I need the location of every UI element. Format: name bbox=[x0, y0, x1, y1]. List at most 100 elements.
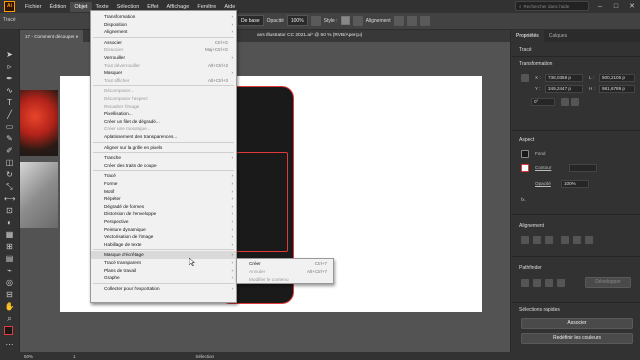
blend-tool-icon[interactable]: ◎ bbox=[4, 278, 15, 288]
opacity-dropdown-icon[interactable] bbox=[310, 15, 321, 26]
angle-field[interactable]: 0° bbox=[531, 98, 555, 106]
fx-icon[interactable]: fx. bbox=[521, 197, 526, 202]
group-button[interactable]: Associer bbox=[521, 318, 633, 329]
object-menu-item[interactable]: Habillage de texte › bbox=[91, 241, 236, 249]
expand-button[interactable]: Développer bbox=[585, 277, 631, 288]
hand-tool-icon[interactable]: ✋ bbox=[4, 302, 15, 312]
width-tool-icon[interactable]: ⟷ bbox=[4, 194, 15, 204]
curvature-tool-icon[interactable]: ∿ bbox=[4, 86, 15, 96]
align-left-icon[interactable] bbox=[521, 236, 529, 244]
align-middle-icon[interactable] bbox=[573, 236, 581, 244]
zoom-tool-icon[interactable]: ⌕ bbox=[4, 314, 15, 324]
y-field[interactable]: 349,2447 p bbox=[545, 85, 583, 93]
pen-tool-icon[interactable]: ✒ bbox=[4, 74, 15, 84]
tab-properties[interactable]: Propriétés bbox=[511, 30, 544, 42]
clipping-mask-submenu: Créer Ctrl+7 Annuler Alt+Ctrl+7 Modifier le … bbox=[236, 258, 334, 284]
align-right-icon[interactable] bbox=[545, 236, 553, 244]
stroke-weight-field[interactable] bbox=[569, 164, 597, 172]
align-top-icon[interactable] bbox=[561, 236, 569, 244]
search-placeholder: Rechercher dans l'aide bbox=[523, 3, 570, 9]
clipping-mask-submenu-item[interactable]: Créer Ctrl+7 bbox=[237, 260, 333, 268]
stroke-swatch[interactable] bbox=[521, 164, 529, 172]
opacity-panel-field[interactable]: 100% bbox=[561, 180, 589, 188]
tab-layers[interactable]: Calques bbox=[544, 30, 572, 42]
flip-vertical-icon[interactable] bbox=[571, 98, 579, 106]
zoom-level[interactable]: 50% bbox=[24, 354, 33, 359]
object-menu-item[interactable]: Aligner sur la grille en pixels bbox=[91, 144, 236, 152]
gradient-tool-icon[interactable]: ▤ bbox=[4, 254, 15, 264]
eyedropper-tool-icon[interactable]: ⌁ bbox=[4, 266, 15, 276]
unite-icon[interactable] bbox=[521, 279, 529, 287]
menu-file[interactable]: Fichier bbox=[21, 2, 46, 12]
help-search-input[interactable]: ⌕ Rechercher dans l'aide bbox=[515, 1, 589, 11]
recolor-icon[interactable] bbox=[352, 15, 363, 26]
panel-tabs: Propriétés Calques bbox=[511, 30, 640, 42]
scale-tool-icon[interactable]: ⤡ bbox=[4, 182, 15, 192]
shape-builder-tool-icon[interactable]: ◐ bbox=[4, 218, 15, 228]
rotate-tool-icon[interactable]: ↻ bbox=[4, 170, 15, 180]
minimize-icon[interactable]: – bbox=[595, 3, 605, 10]
direct-selection-tool-icon[interactable]: ▹ bbox=[4, 62, 15, 72]
free-transform-tool-icon[interactable]: ⊡ bbox=[4, 206, 15, 216]
h-field[interactable]: 981,6789 p bbox=[599, 85, 635, 93]
menu-panel-icon[interactable] bbox=[419, 15, 430, 26]
menu-item-label: Perspective bbox=[104, 219, 129, 224]
paintbrush-tool-icon[interactable]: ✎ bbox=[4, 134, 15, 144]
inner-rectangle-path[interactable] bbox=[236, 152, 288, 252]
menu-item-label: Peinture dynamique bbox=[104, 226, 146, 232]
artboard-number[interactable]: 1 bbox=[73, 354, 76, 359]
object-menu-item[interactable]: Collecter pour l'exportation › bbox=[91, 285, 236, 293]
maximize-icon[interactable]: □ bbox=[611, 3, 621, 10]
transform-icon[interactable] bbox=[393, 15, 404, 26]
style-label: Style : bbox=[323, 17, 338, 24]
fill-stroke-swatch[interactable] bbox=[4, 326, 13, 335]
menu-item-label: Répéter bbox=[104, 196, 121, 202]
artboard-tool-icon[interactable]: ⊟ bbox=[4, 290, 15, 300]
object-menu-item[interactable]: Créer des traits de coupe bbox=[91, 162, 236, 170]
x-field[interactable]: 738,0358 p bbox=[545, 74, 583, 82]
panel-divider bbox=[511, 214, 640, 215]
opacity-panel-label[interactable]: Opacité bbox=[535, 181, 551, 186]
shaper-tool-icon[interactable]: ✐ bbox=[4, 146, 15, 156]
object-menu-item[interactable]: Alignement › bbox=[91, 28, 236, 36]
menu-object[interactable]: Objet bbox=[70, 1, 92, 12]
recolor-button[interactable]: Redéfinir les couleurs bbox=[521, 333, 633, 344]
control-bar-options: De base Opacité 100% Style : Alignement bbox=[237, 15, 430, 26]
opacity-field[interactable]: 100% bbox=[286, 15, 308, 26]
exclude-icon[interactable] bbox=[557, 279, 565, 287]
selection-tool-icon[interactable]: ➤ bbox=[4, 50, 15, 60]
menu-item-label: Pixellisation... bbox=[104, 111, 133, 117]
rectangle-tool-icon[interactable]: ▭ bbox=[4, 122, 15, 132]
isolate-icon[interactable] bbox=[406, 15, 417, 26]
fill-swatch[interactable] bbox=[521, 150, 529, 158]
properties-panel: Propriétés Calques Tracé Transformation … bbox=[510, 30, 640, 352]
flip-horizontal-icon[interactable] bbox=[561, 98, 569, 106]
object-menu-item[interactable]: Aplatissement des transparences... bbox=[91, 133, 236, 141]
minus-front-icon[interactable] bbox=[533, 279, 541, 287]
mesh-tool-icon[interactable]: ⊞ bbox=[4, 242, 15, 252]
reference-point-icon[interactable] bbox=[521, 74, 529, 82]
intersect-icon[interactable] bbox=[545, 279, 553, 287]
w-field[interactable]: 500,2105 p bbox=[599, 74, 635, 82]
object-menu-item[interactable]: Graphe › bbox=[91, 274, 236, 282]
illustrator-window: Ai Fichier Édition Objet Texte Sélection… bbox=[0, 0, 640, 360]
style-swatch[interactable] bbox=[340, 16, 350, 25]
style-preset-select[interactable]: De base bbox=[237, 15, 264, 26]
close-icon[interactable]: ✕ bbox=[627, 2, 637, 10]
menu-edit[interactable]: Édition bbox=[46, 2, 71, 12]
line-tool-icon[interactable]: ╱ bbox=[4, 110, 15, 120]
submenu-arrow-icon: › bbox=[231, 241, 234, 247]
align-center-icon[interactable] bbox=[533, 236, 541, 244]
fill-label: Fond bbox=[535, 151, 546, 156]
panel-divider bbox=[511, 56, 640, 57]
align-bottom-icon[interactable] bbox=[585, 236, 593, 244]
type-tool-icon[interactable]: T bbox=[4, 98, 15, 108]
document-tab[interactable]: 17 - Comment découper e bbox=[20, 30, 84, 42]
stroke-label[interactable]: Contour bbox=[535, 165, 551, 170]
menu-separator bbox=[93, 141, 234, 143]
edit-toolbar-icon[interactable]: ⋯ bbox=[4, 340, 15, 350]
eraser-tool-icon[interactable]: ◫ bbox=[4, 158, 15, 168]
menu-item-label: Décomposer l'aspect bbox=[104, 96, 148, 101]
alignment-label[interactable]: Alignement bbox=[366, 18, 391, 24]
perspective-tool-icon[interactable]: ▦ bbox=[4, 230, 15, 240]
